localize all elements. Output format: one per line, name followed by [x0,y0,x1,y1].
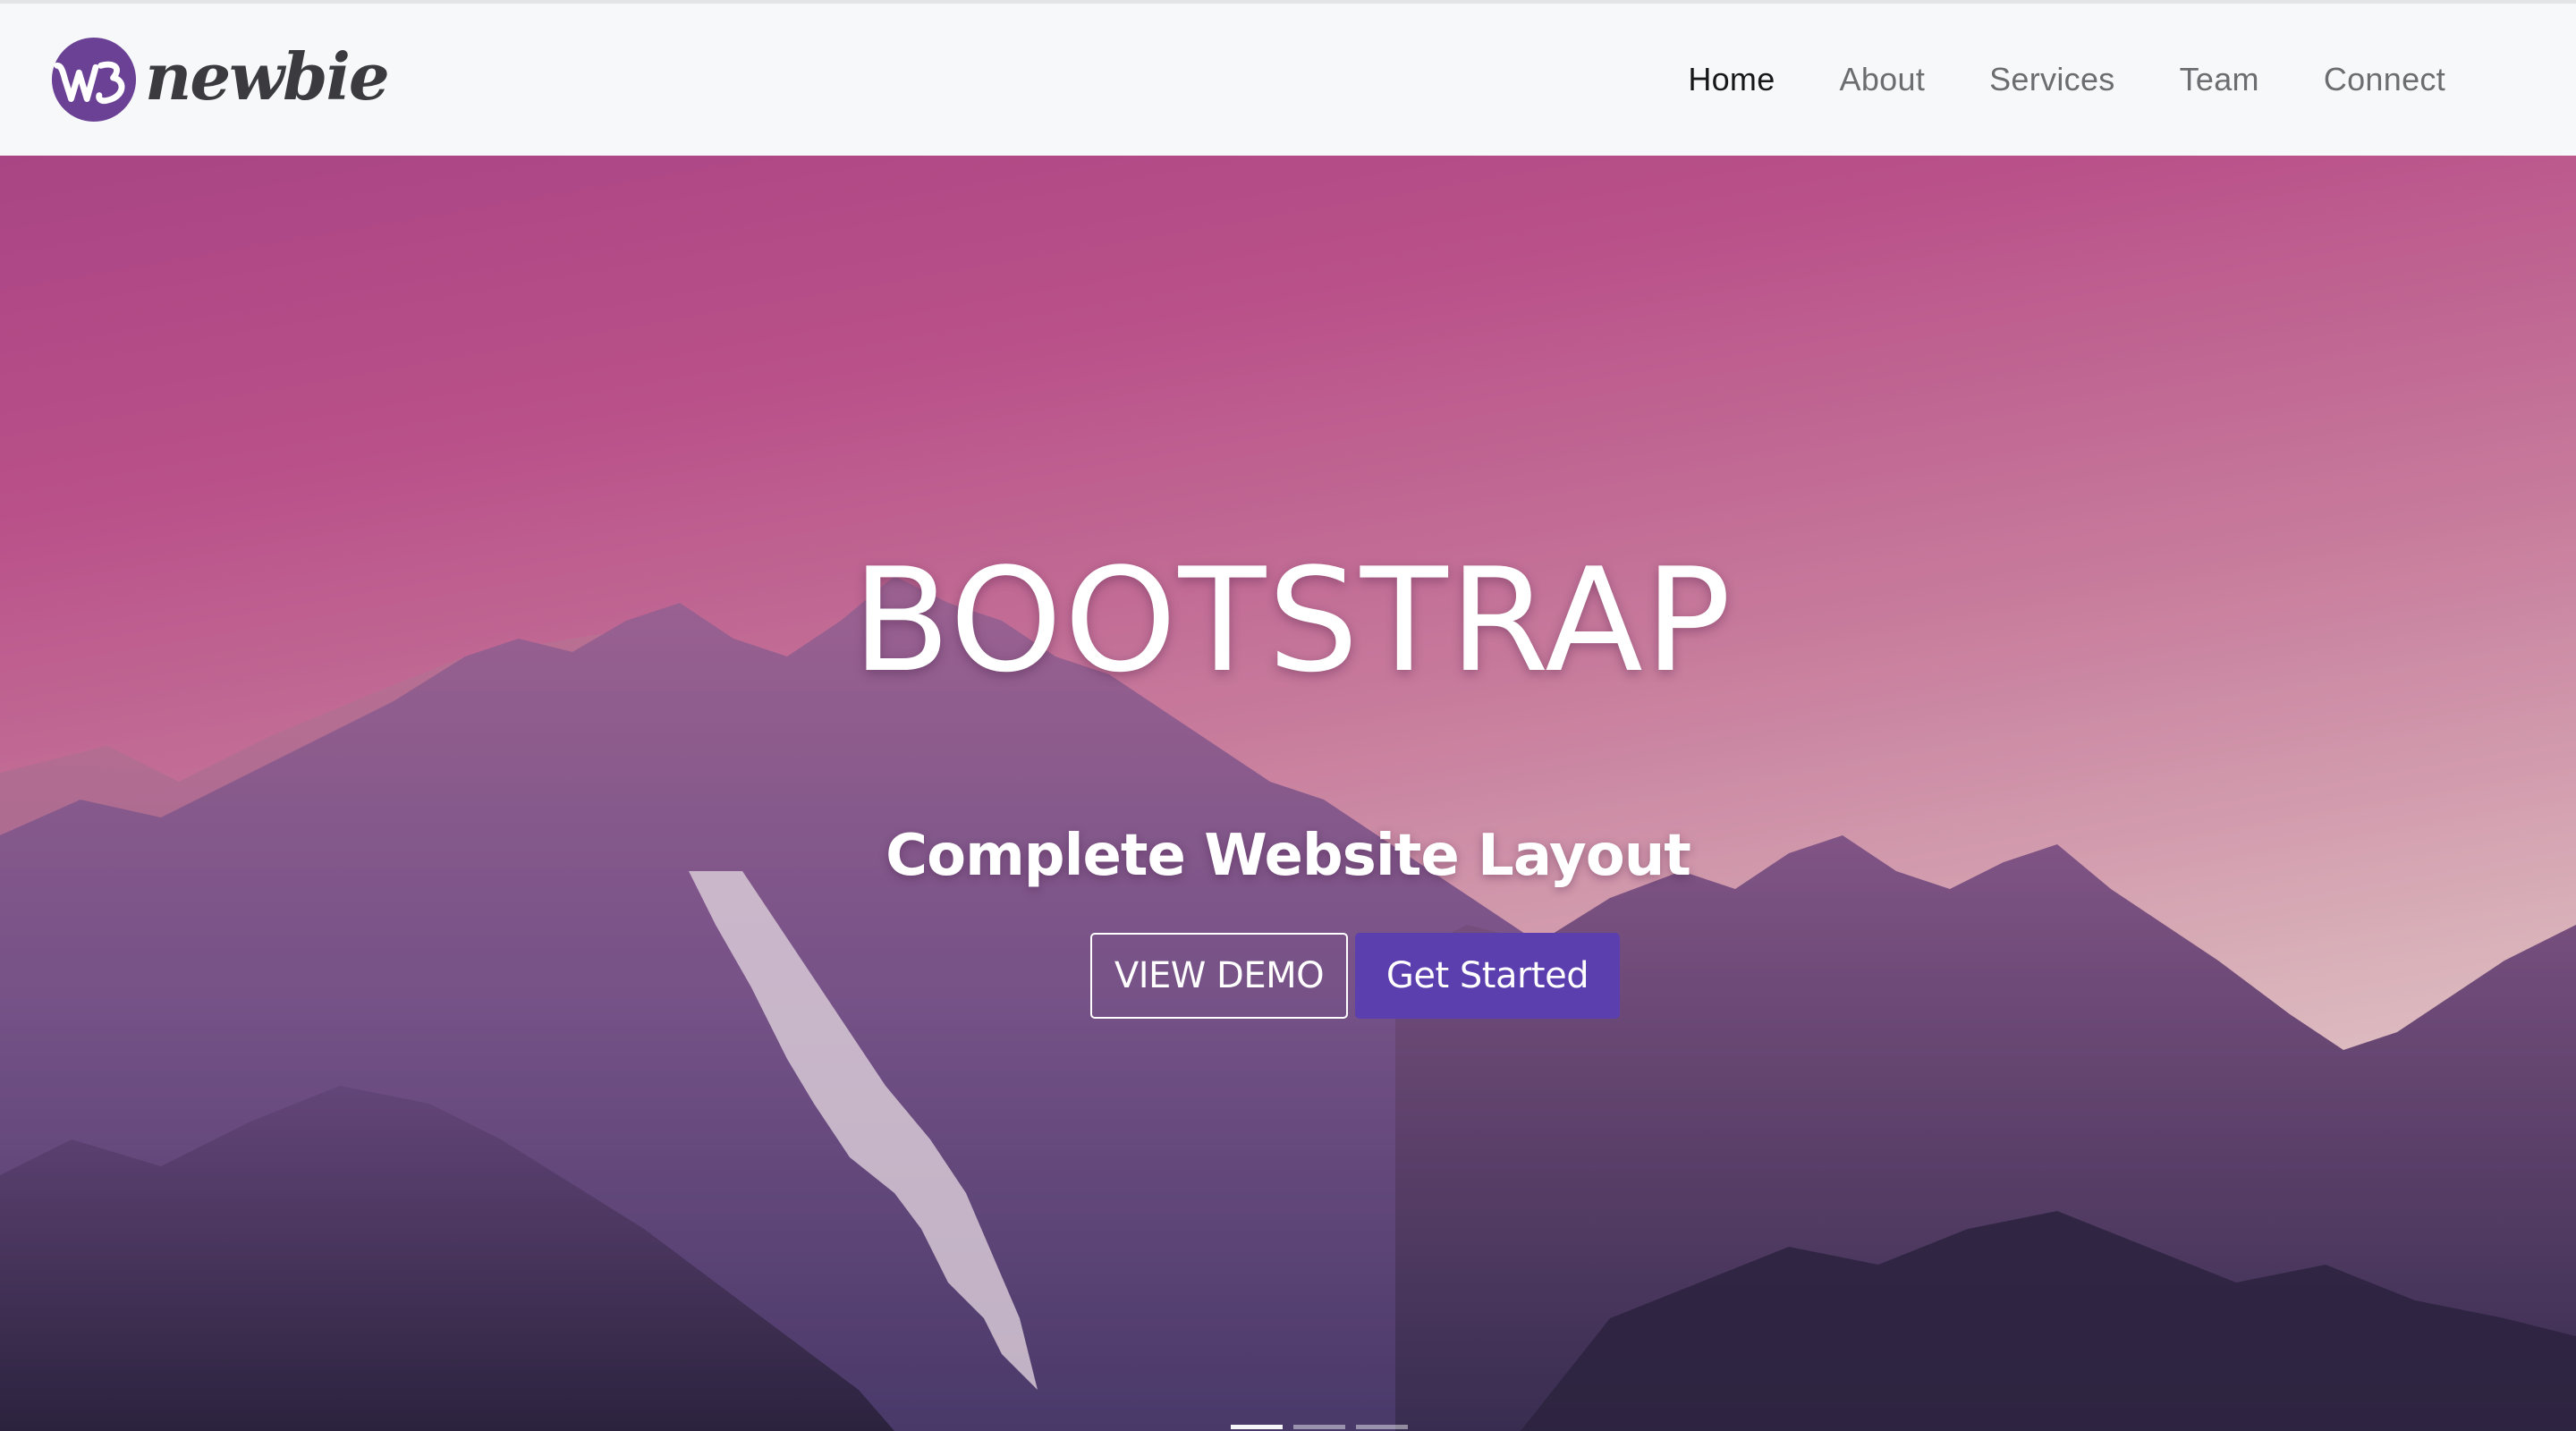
w3-logo-icon [51,37,137,123]
brand-text: newbie [145,38,390,114]
navbar: newbie Home About Services Team Connect [0,0,2576,156]
nav-link-team[interactable]: Team [2148,52,2292,107]
carousel-indicator-3[interactable] [1356,1425,1408,1429]
hero-content: BOOTSTRAP Complete Website Layout VIEW D… [0,156,2576,1431]
hero-subtitle: Complete Website Layout [886,823,1691,890]
nav-link-home[interactable]: Home [1656,52,1807,107]
carousel-indicator-2[interactable] [1293,1425,1345,1429]
hero-buttons: VIEW DEMO Get Started [956,933,1620,1020]
hero-carousel: BOOTSTRAP Complete Website Layout VIEW D… [0,156,2576,1431]
main-nav: Home About Services Team Connect [1656,52,2522,107]
nav-link-services[interactable]: Services [1957,52,2147,107]
carousel-indicators [0,1425,2576,1429]
brand-logo-link[interactable]: newbie [50,30,390,129]
view-demo-button[interactable]: VIEW DEMO [1090,933,1348,1020]
nav-link-about[interactable]: About [1808,52,1958,107]
carousel-indicator-1[interactable] [1231,1425,1283,1429]
page: newbie Home About Services Team Connect [0,0,2576,1431]
hero-title: BOOTSTRAP [852,537,1733,704]
get-started-button[interactable]: Get Started [1355,933,1620,1020]
nav-link-connect[interactable]: Connect [2292,52,2478,107]
